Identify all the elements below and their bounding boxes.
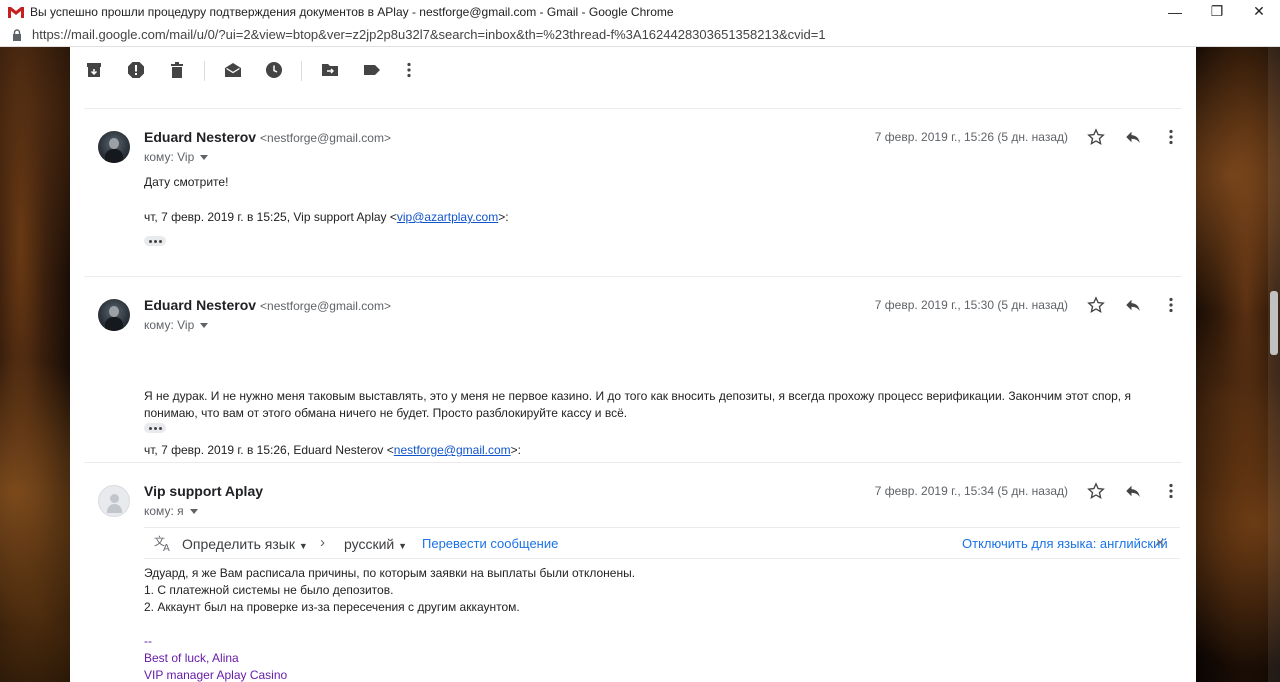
star-icon[interactable] [1086,481,1106,501]
gmail-icon [6,2,26,22]
sender-name[interactable]: Vip support Aplay [144,483,263,499]
window-title: Вы успешно прошли процедуру подтверждени… [30,4,674,19]
chevron-down-icon[interactable] [189,509,198,515]
more-icon[interactable] [400,61,418,79]
message-date: 7 февр. 2019 г., 15:26 (5 дн. назад) [874,130,1068,144]
sender-name[interactable]: Eduard Nesterov <nestforge@gmail.com> [144,297,391,313]
snooze-icon[interactable] [265,61,283,79]
more-options-icon[interactable] [1161,295,1181,315]
show-trimmed-button[interactable] [144,423,166,433]
sender-email: <nestforge@gmail.com> [260,131,391,145]
scrollbar-thumb[interactable] [1270,291,1278,355]
message-1[interactable]: Eduard Nesterov <nestforge@gmail.com> ком… [70,109,1196,276]
chevron-down-icon[interactable] [200,155,209,161]
message-date: 7 февр. 2019 г., 15:30 (5 дн. назад) [874,298,1068,312]
chevron-right-icon: › [320,534,325,551]
message-body-line: 1. С платежной системы не было депозитов… [144,583,394,597]
wallpaper-left [0,47,70,682]
message-body: Дату смотрите! [144,175,229,189]
more-options-icon[interactable] [1161,127,1181,147]
quote-header: чт, 7 февр. 2019 г. в 15:26, Eduard Nest… [144,443,522,457]
message-body-line: 2. Аккаунт был на проверке из-за пересеч… [144,600,520,614]
translate-icon: 文A [154,534,174,555]
avatar[interactable] [98,131,130,163]
close-icon[interactable]: × [1156,534,1164,550]
message-body: Я не дурак. И не нужно меня таковым выст… [144,389,1131,420]
star-icon[interactable] [1086,127,1106,147]
svg-text:A: A [163,543,170,552]
signature-line: VIP manager Aplay Casino [144,668,288,682]
recipients[interactable]: кому: я [144,504,198,518]
mail-panel: Eduard Nesterov <nestforge@gmail.com> ком… [70,47,1196,682]
source-language-select[interactable]: Определить язык ▼ [182,536,308,552]
reply-icon[interactable] [1123,127,1143,147]
dropdown-arrow-icon: ▼ [298,541,308,551]
mail-toolbar [70,47,1196,93]
toolbar-divider [204,61,205,81]
avatar[interactable] [98,485,130,517]
recipients[interactable]: кому: Vip [144,150,209,164]
quote-email-link[interactable]: nestforge@gmail.com [394,443,511,457]
signature-line: -- [144,634,152,648]
reply-icon[interactable] [1123,295,1143,315]
quote-header: чт, 7 февр. 2019 г. в 15:25, Vip support… [144,210,509,224]
target-language-select[interactable]: русский ▼ [344,536,407,552]
avatar[interactable] [98,299,130,331]
message-body-line: Эдуард, я же Вам расписала причины, по к… [144,566,636,580]
dropdown-arrow-icon: ▼ [398,541,408,551]
mark-unread-icon[interactable] [224,61,242,79]
sender-name[interactable]: Eduard Nesterov <nestforge@gmail.com> [144,129,391,145]
toolbar-divider [301,61,302,81]
window-titlebar: Вы успешно прошли процедуру подтверждени… [0,0,1280,23]
sender-email: <nestforge@gmail.com> [260,299,391,313]
move-to-icon[interactable] [321,61,339,79]
translate-message-link[interactable]: Перевести сообщение [422,536,558,551]
signature-line: Best of luck, Alina [144,651,239,665]
disable-translation-link[interactable]: Отключить для языка: английский [962,536,1168,551]
star-icon[interactable] [1086,295,1106,315]
message-date: 7 февр. 2019 г., 15:34 (5 дн. назад) [874,484,1068,498]
show-trimmed-button[interactable] [144,236,166,246]
quote-email-link[interactable]: vip@azartplay.com [397,210,498,224]
lock-icon [12,28,22,41]
recipients[interactable]: кому: Vip [144,318,209,332]
url-text[interactable]: https://mail.google.com/mail/u/0/?ui=2&v… [32,27,826,42]
minimize-button[interactable]: — [1154,0,1196,23]
delete-icon[interactable] [168,61,186,79]
translate-bar: 文A Определить язык ▼ › русский ▼ Перевес… [144,527,1180,559]
message-2[interactable]: Eduard Nesterov <nestforge@gmail.com> ком… [70,277,1196,462]
reply-icon[interactable] [1123,481,1143,501]
maximize-button[interactable]: ❐ [1196,0,1238,23]
label-icon[interactable] [363,61,381,79]
archive-icon[interactable] [85,61,103,79]
report-spam-icon[interactable] [127,61,145,79]
more-options-icon[interactable] [1161,481,1181,501]
close-window-button[interactable]: ✕ [1238,0,1280,23]
address-bar[interactable]: https://mail.google.com/mail/u/0/?ui=2&v… [0,23,1280,47]
page-scrollbar[interactable] [1268,47,1280,682]
chevron-down-icon[interactable] [200,323,209,329]
